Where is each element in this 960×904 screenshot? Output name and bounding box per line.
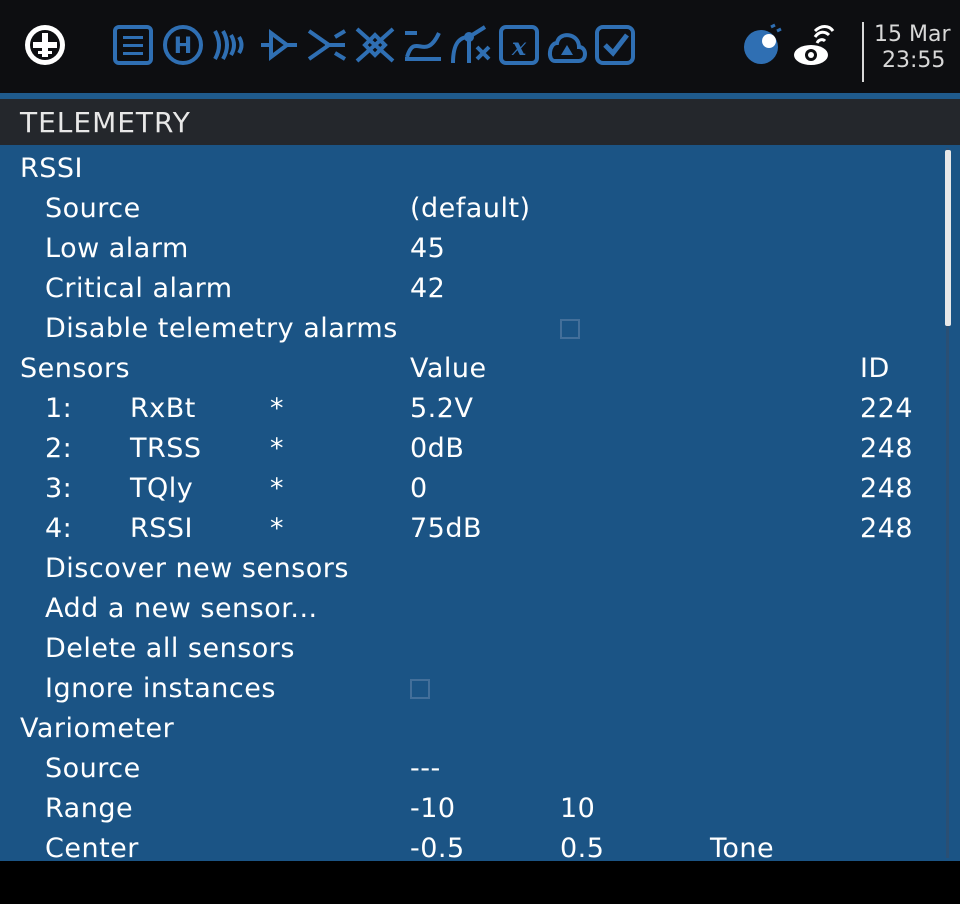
checklist-icon[interactable] xyxy=(592,22,638,68)
curves-icon[interactable] xyxy=(400,22,446,68)
add-sensor-button[interactable]: Add a new sensor... xyxy=(45,589,318,629)
ignore-instances-checkbox[interactable] xyxy=(410,679,430,699)
sensor-value: 5.2V xyxy=(410,393,474,424)
rssi-critical-alarm-row[interactable]: Critical alarm 42 xyxy=(0,269,930,309)
inputs-icon[interactable] xyxy=(256,22,302,68)
radio-screen: H x 15 Mar 23:55 TELEMETRY RSSI Source (… xyxy=(0,0,960,904)
page-title: TELEMETRY xyxy=(0,99,960,145)
sensor-star: * xyxy=(270,433,284,464)
sensor-value: 0dB xyxy=(410,433,465,464)
low-alarm-value[interactable]: 45 xyxy=(410,229,445,269)
disable-alarms-label: Disable telemetry alarms xyxy=(45,313,398,344)
sensor-value: 75dB xyxy=(410,513,483,544)
variometer-section-header: Variometer xyxy=(20,713,175,744)
outputs-icon[interactable] xyxy=(352,22,398,68)
sensor-number: 1: xyxy=(45,393,73,424)
sensor-row[interactable]: 2: TRSS * 0dB 248 xyxy=(0,429,930,469)
rssi-section-header: RSSI xyxy=(20,153,84,184)
bottom-bar xyxy=(0,861,960,904)
delete-all-sensors-button[interactable]: Delete all sensors xyxy=(45,629,295,669)
sensor-id: 248 xyxy=(860,513,914,544)
vario-range-max[interactable]: 10 xyxy=(560,789,595,829)
vario-source-label: Source xyxy=(45,753,141,784)
sensor-id: 224 xyxy=(860,393,914,424)
sensor-star: * xyxy=(270,393,284,424)
timers-icon[interactable] xyxy=(740,22,786,68)
sensor-number: 3: xyxy=(45,473,73,504)
rssi-low-alarm-row[interactable]: Low alarm 45 xyxy=(0,229,930,269)
top-bar: H x 15 Mar 23:55 xyxy=(0,0,960,99)
sensor-row[interactable]: 4: RSSI * 75dB 248 xyxy=(0,509,930,549)
heli-icon[interactable]: H xyxy=(160,22,206,68)
sensor-row[interactable]: 1: RxBt * 5.2V 224 xyxy=(0,389,930,429)
value-column-header: Value xyxy=(410,353,487,384)
ignore-instances-label: Ignore instances xyxy=(45,673,276,704)
vario-source-value[interactable]: --- xyxy=(410,749,441,789)
sensor-name: RxBt xyxy=(130,393,196,424)
critical-alarm-label: Critical alarm xyxy=(45,273,233,304)
vario-range-label: Range xyxy=(45,793,134,824)
gvars-icon[interactable] xyxy=(448,22,494,68)
svg-text:x: x xyxy=(511,32,527,61)
sensors-section-header: Sensors xyxy=(20,353,131,384)
sensors-header-row: Sensors Value ID xyxy=(0,349,930,389)
special-functions-icon[interactable] xyxy=(544,22,590,68)
vario-range-min[interactable]: -10 xyxy=(410,789,456,829)
discover-sensors-button[interactable]: Discover new sensors xyxy=(45,549,349,589)
id-column-header: ID xyxy=(860,353,890,384)
sensor-name: RSSI xyxy=(130,513,194,544)
model-select-icon[interactable] xyxy=(22,22,68,68)
sensor-id: 248 xyxy=(860,433,914,464)
critical-alarm-value[interactable]: 42 xyxy=(410,269,445,309)
date-time: 15 Mar 23:55 xyxy=(862,22,951,82)
rssi-source-row[interactable]: Source (default) xyxy=(0,189,930,229)
vario-range-row[interactable]: Range -10 10 xyxy=(0,789,930,829)
sensor-number: 2: xyxy=(45,433,73,464)
sensor-row[interactable]: 3: TQly * 0 248 xyxy=(0,469,930,509)
sensor-name: TQly xyxy=(130,473,194,504)
disable-alarms-row[interactable]: Disable telemetry alarms xyxy=(0,309,930,349)
sensor-star: * xyxy=(270,473,284,504)
telemetry-list: RSSI Source (default) Low alarm 45 Criti… xyxy=(0,145,960,864)
ignore-instances-row[interactable]: Ignore instances xyxy=(0,669,930,709)
sensor-id: 248 xyxy=(860,473,914,504)
svg-text:H: H xyxy=(174,34,192,59)
sensor-star: * xyxy=(270,513,284,544)
rssi-source-value[interactable]: (default) xyxy=(410,189,531,229)
sensor-value: 0 xyxy=(410,473,428,504)
mixes-icon[interactable] xyxy=(304,22,350,68)
vario-source-row[interactable]: Source --- xyxy=(0,749,930,789)
scrollbar-thumb[interactable] xyxy=(945,150,951,326)
sensor-number: 4: xyxy=(45,513,73,544)
time-label: 23:55 xyxy=(882,48,946,73)
flight-modes-icon[interactable] xyxy=(208,22,254,68)
logical-switches-icon[interactable]: x xyxy=(496,22,542,68)
disable-alarms-checkbox[interactable] xyxy=(560,319,580,339)
sensor-name: TRSS xyxy=(130,433,202,464)
telemetry-icon[interactable] xyxy=(790,22,836,68)
low-alarm-label: Low alarm xyxy=(45,233,189,264)
rssi-source-label: Source xyxy=(45,193,141,224)
model-setup-icon[interactable] xyxy=(110,22,156,68)
date-label: 15 Mar xyxy=(874,22,951,47)
